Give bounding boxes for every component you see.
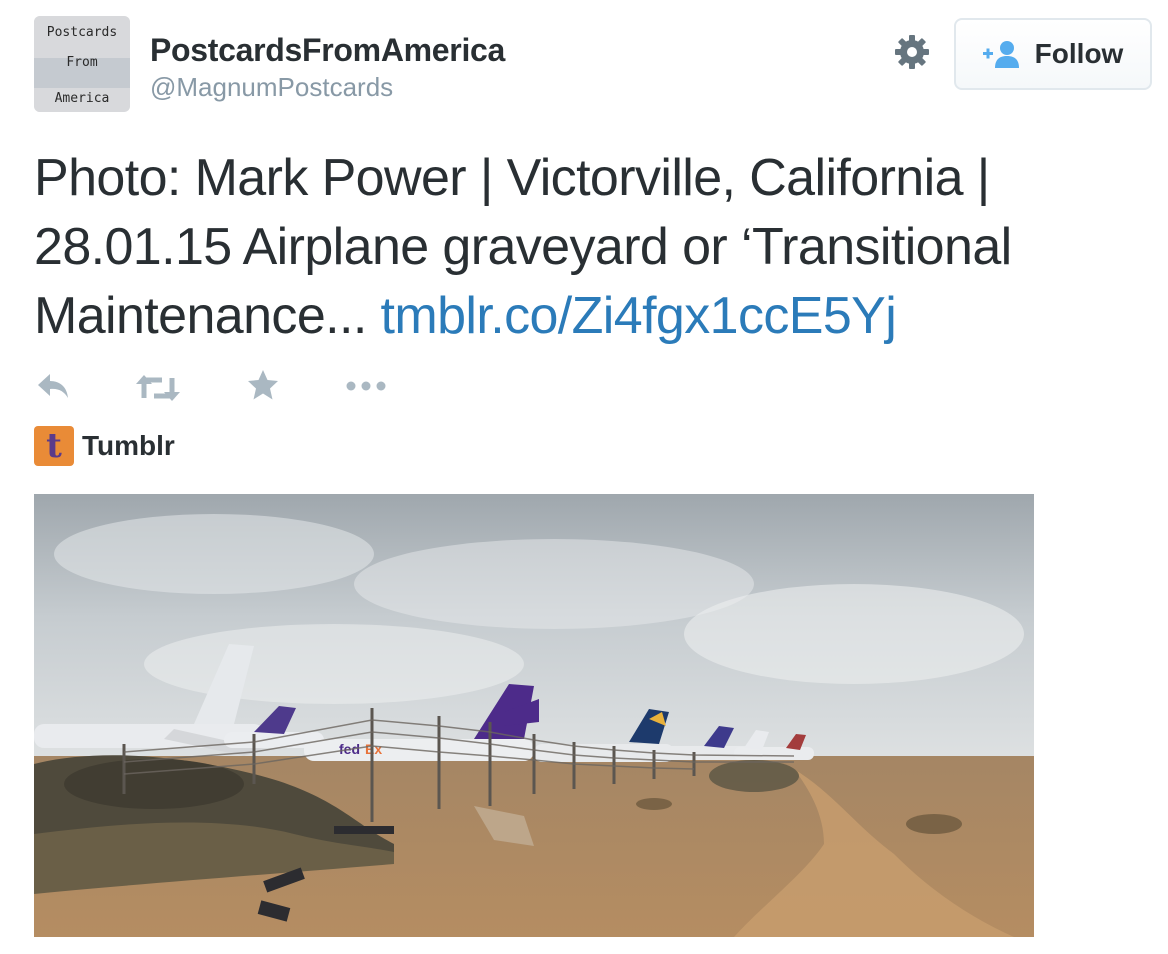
- card-source[interactable]: t Tumblr: [34, 426, 175, 466]
- source-name: Tumblr: [82, 430, 175, 461]
- avatar-text-line-1: Postcards: [47, 25, 117, 40]
- avatar-image: Postcards From America: [34, 16, 130, 112]
- star-icon[interactable]: [246, 369, 280, 401]
- photo-airplane-graveyard: fed Ex: [34, 494, 1034, 937]
- tumblr-logo-icon: t: [34, 426, 74, 466]
- author-handle[interactable]: @MagnumPostcards: [150, 70, 505, 104]
- tumblr-logo-letter: t: [46, 426, 62, 466]
- avatar[interactable]: Postcards From America: [34, 16, 130, 112]
- tweet-text: Photo: Mark Power | Victorville, Califor…: [34, 144, 1144, 351]
- add-user-icon: [982, 41, 1019, 68]
- avatar-text-line-2: From: [66, 55, 97, 70]
- retweet-icon[interactable]: [136, 374, 180, 402]
- svg-text:Ex: Ex: [365, 741, 382, 757]
- follow-label: Follow: [1034, 38, 1124, 69]
- avatar-text-line-3: America: [55, 91, 110, 106]
- follow-button[interactable]: Follow: [954, 18, 1152, 90]
- tweet-link[interactable]: tmblr.co/Zi4fgx1ccE5Yj: [381, 287, 897, 345]
- reply-icon[interactable]: [36, 372, 70, 400]
- tweet-header: Postcards From America PostcardsFromAmer…: [34, 16, 1154, 116]
- more-icon[interactable]: [346, 380, 386, 392]
- tweet-photo[interactable]: fed Ex: [34, 494, 1034, 937]
- author-names: PostcardsFromAmerica @MagnumPostcards: [150, 30, 505, 104]
- author-display-name[interactable]: PostcardsFromAmerica: [150, 30, 505, 70]
- gear-icon[interactable]: [892, 32, 932, 72]
